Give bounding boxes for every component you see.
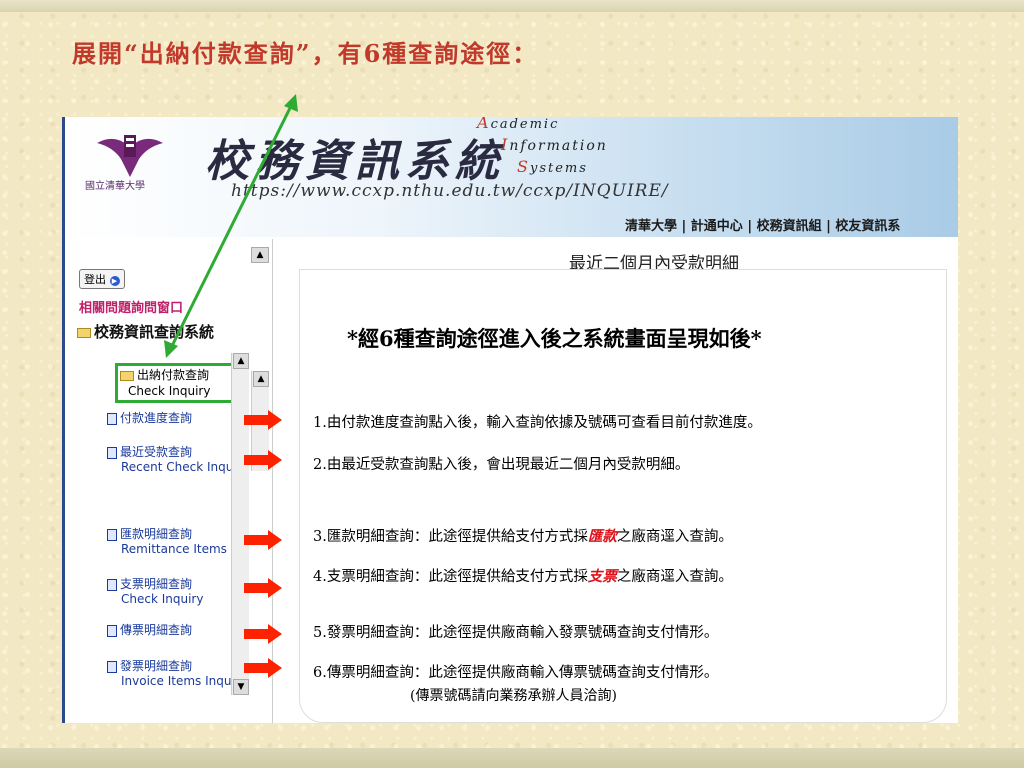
- title-en-systems: Systems: [517, 157, 588, 176]
- route-5: 5.發票明細查詢：此途徑提供廠商輸入發票號碼查詢支付情形。: [313, 625, 719, 641]
- tree-item-invoice[interactable]: 發票明細查詢 Invoice Items Inquiry: [107, 657, 247, 688]
- slide-title: 展開“出納付款查詢”，有6種查詢途徑：: [72, 39, 539, 68]
- tree-root-en: Check Inquiry: [128, 384, 211, 398]
- slide-top-bar: [0, 0, 1024, 12]
- logout-arrow-icon: ▶: [109, 276, 120, 286]
- top-links[interactable]: 清華大學 | 計通中心 | 校務資訊組 | 校友資訊系: [625, 215, 900, 234]
- university-name: 國立清華大學: [85, 181, 145, 192]
- tree-root-label: 出納付款查詢: [137, 368, 210, 382]
- tree-root-highlight[interactable]: 出納付款查詢 Check Inquiry: [115, 363, 245, 403]
- document-icon: [107, 446, 117, 459]
- tree-item-payment-progress[interactable]: 付款進度查詢: [107, 409, 192, 426]
- tree-item-recent-check[interactable]: 最近受款查詢 Recent Check Inquiry: [107, 443, 249, 474]
- title-en-academic: Academic: [477, 117, 560, 132]
- arrow-right-icon: [244, 450, 282, 470]
- route-4: 4.支票明細查詢：此途徑提供給支付方式採支票之廠商逕入查詢。: [313, 568, 733, 585]
- route-1: 1.由付款進度查詢點入後，輸入查詢依據及號碼可查看目前付款進度。: [313, 415, 762, 431]
- voucher-note: (傳票號碼請向業務承辦人員洽詢): [410, 688, 617, 704]
- route-6: 6.傳票明細查詢：此途徑提供廠商輸入傳票號碼查詢支付情形。: [313, 665, 719, 681]
- document-icon: [107, 528, 117, 541]
- document-icon: [107, 578, 117, 591]
- panel-title: *經6種查詢途徑進入後之系統畫面呈現如後*: [347, 326, 762, 351]
- document-icon: [107, 660, 117, 673]
- title-en-information: Information: [501, 135, 608, 154]
- document-icon: [107, 624, 117, 637]
- route-3: 3.匯款明細查詢：此途徑提供給支付方式採匯款之廠商逕入查詢。: [313, 528, 733, 545]
- arrow-right-icon: [244, 624, 282, 644]
- arrow-right-icon: [244, 530, 282, 550]
- slide-bottom-bar: [0, 748, 1024, 768]
- tree-item-voucher[interactable]: 傳票明細查詢: [107, 621, 192, 638]
- route-2: 2.由最近受款查詢點入後，會出現最近二個月內受款明細。: [313, 457, 690, 473]
- folder-icon: [77, 327, 91, 338]
- logout-button[interactable]: 登出 ▶: [79, 269, 125, 289]
- document-icon: [107, 412, 117, 425]
- tree-item-check[interactable]: 支票明細查詢 Check Inquiry: [107, 575, 203, 606]
- arrow-right-icon: [244, 658, 282, 678]
- arrow-right-icon: [244, 578, 282, 598]
- folder-open-icon: [120, 370, 134, 381]
- arrow-right-icon: [244, 410, 282, 430]
- tree-item-remittance[interactable]: 匯款明細查詢 Remittance Items Inq: [107, 525, 250, 556]
- scroll-down-icon[interactable]: ▼: [233, 679, 249, 695]
- green-double-arrow-icon: [164, 94, 298, 358]
